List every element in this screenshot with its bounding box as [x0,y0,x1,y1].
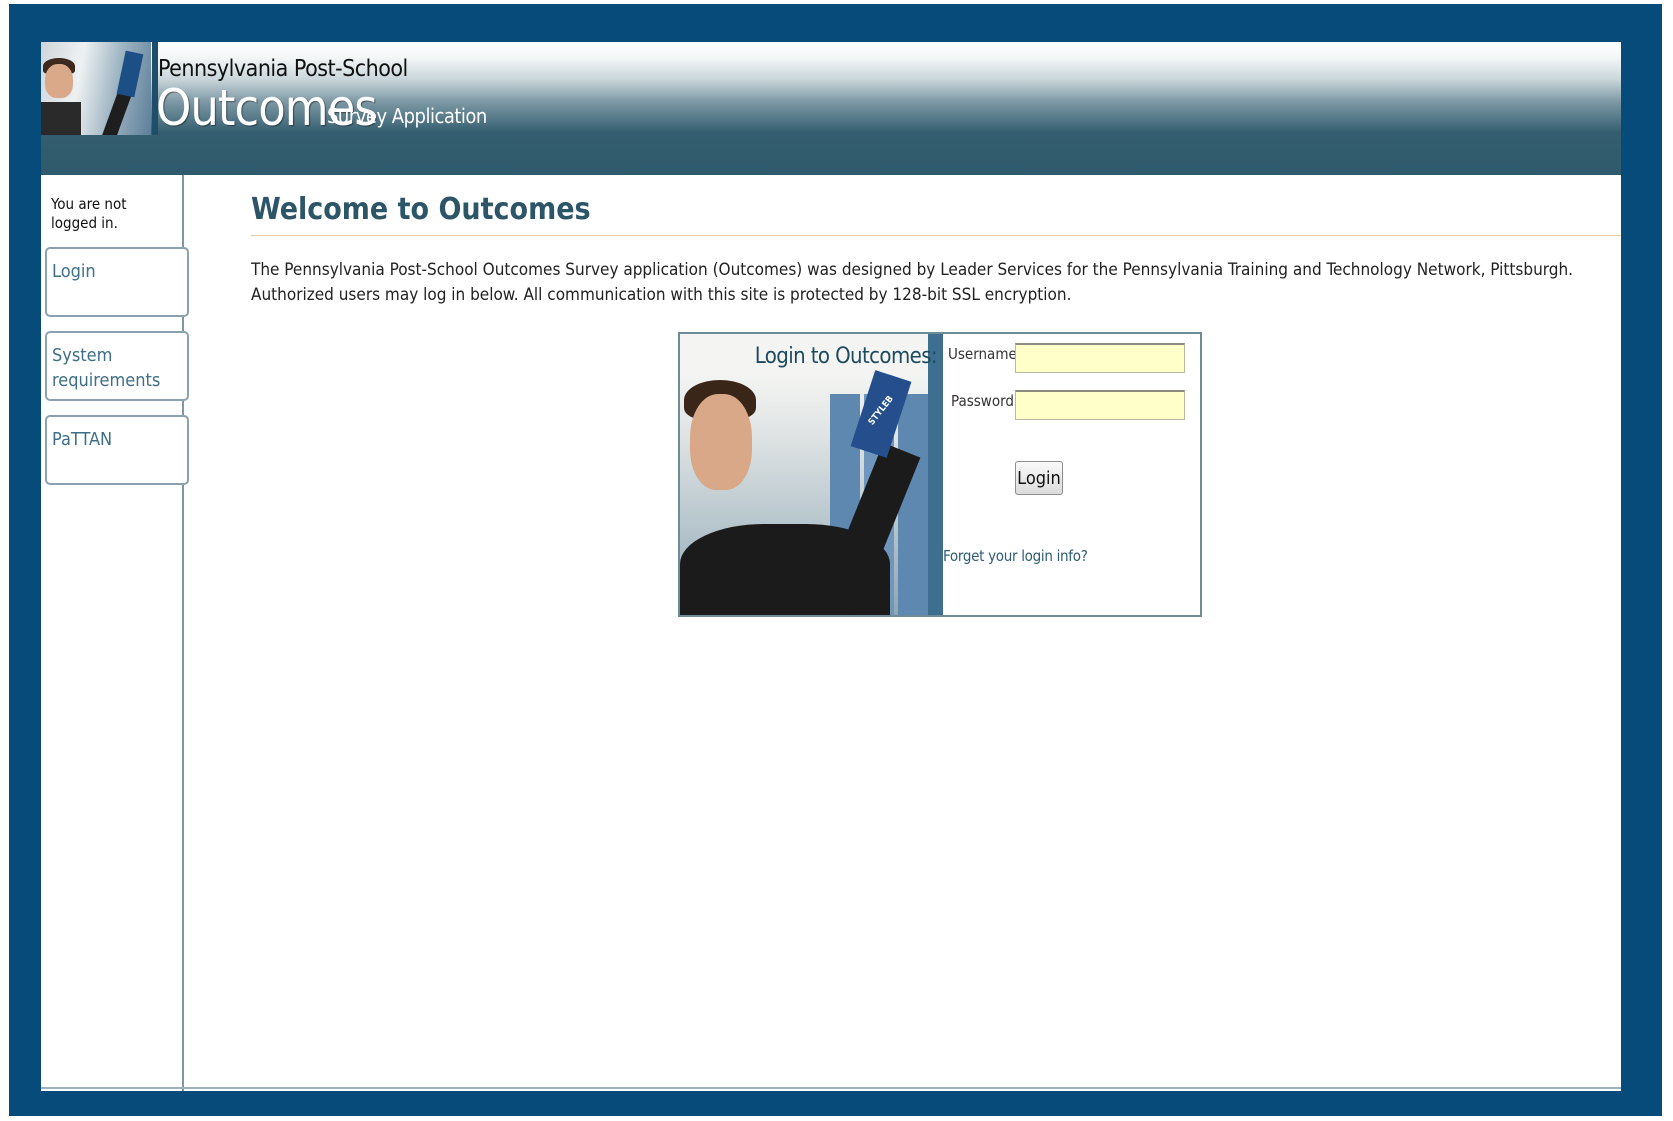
header-photo-book [116,50,144,98]
password-label: Password: [951,392,1019,410]
sidebar-item-login[interactable]: Login [45,247,189,317]
header-banner: Pennsylvania Post-School Outcomes Survey… [41,42,1621,175]
footer-divider [41,1087,1621,1089]
sidebar-item-system-requirements[interactable]: System requirements [45,331,189,401]
login-button[interactable]: Login [1015,461,1063,495]
title-divider [251,235,1621,236]
sidebar-item-pattan[interactable]: PaTTAN [45,415,189,485]
photo-face [690,394,752,490]
forgot-login-link[interactable]: Forget your login info? [943,547,1088,565]
photo-locker [898,394,928,615]
header-photo [41,42,151,135]
brand-subtitle: Survey Application [327,104,487,128]
login-panel: STYLEB Login to Outcomes: Username: Pass… [678,332,1202,617]
sidebar: You are not logged in. Login System requ… [41,175,189,1091]
header-photo-face [45,64,73,98]
login-form: Username: Password: Login Forget your lo… [943,334,1200,615]
photo-book-text: STYLEB [866,394,896,428]
photo-edge [928,334,943,615]
login-photo: STYLEB Login to Outcomes: [680,334,943,615]
header-photo-body [41,102,81,135]
username-label: Username: [948,345,1022,363]
page: Pennsylvania Post-School Outcomes Survey… [41,42,1621,1091]
sidebar-item-label: PaTTAN [52,429,113,450]
sidebar-item-label: Login [52,261,96,282]
intro-text: The Pennsylvania Post-School Outcomes Su… [251,260,1574,305]
username-input[interactable] [1015,343,1185,373]
login-heading: Login to Outcomes: [754,344,938,369]
page-title: Welcome to Outcomes [251,192,591,227]
sidebar-item-label: System requirements [52,345,161,391]
login-status: You are not logged in. [51,195,127,232]
password-input[interactable] [1015,390,1185,420]
